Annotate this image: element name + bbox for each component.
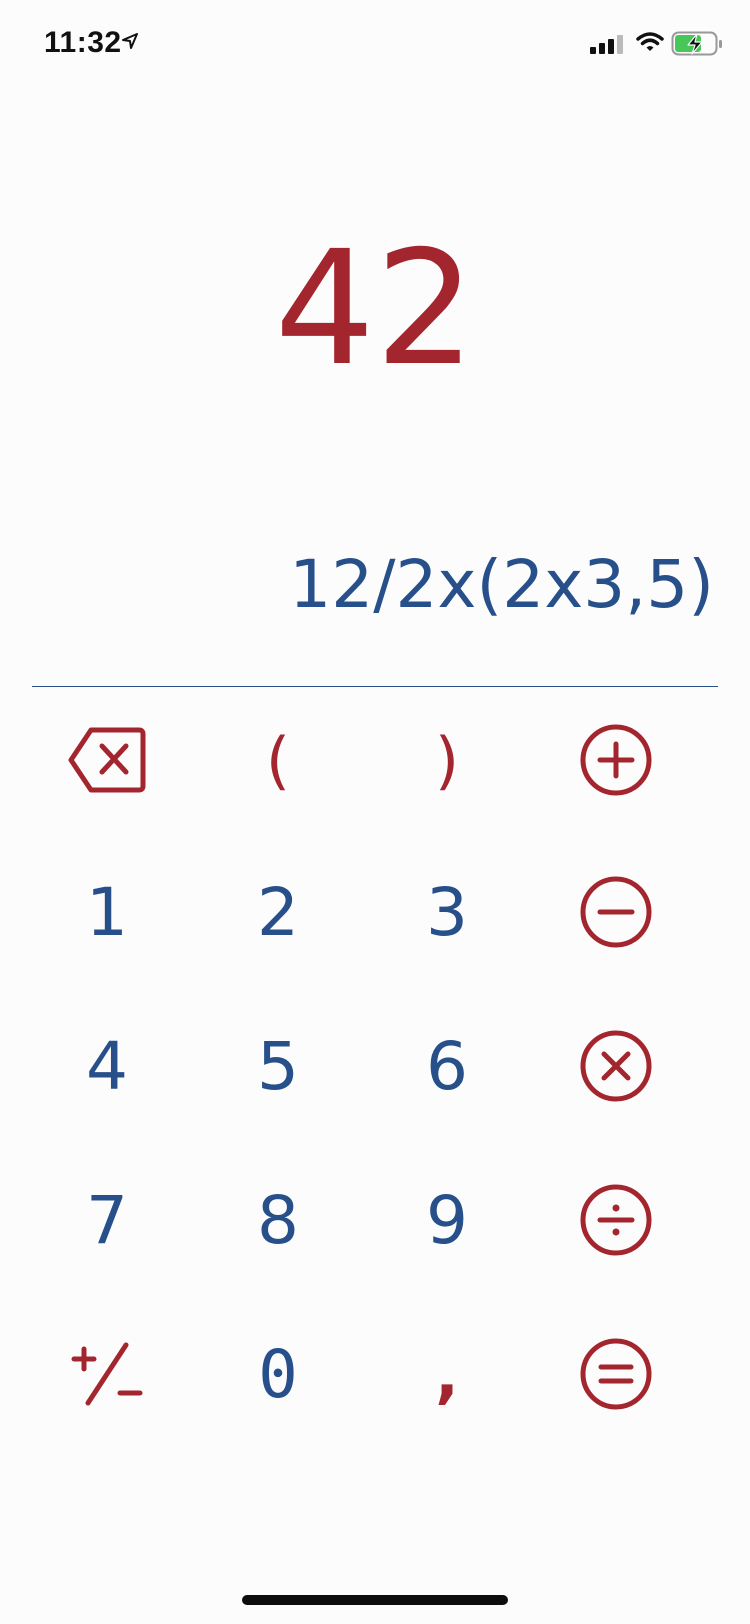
comma-button[interactable]: , <box>372 1314 522 1434</box>
status-time: 11:32 <box>44 26 122 59</box>
plus-button[interactable] <box>541 700 691 820</box>
minus-button[interactable] <box>541 852 691 972</box>
digit-0-button[interactable]: 0 <box>203 1314 353 1434</box>
digit-6-button[interactable]: 6 <box>372 1006 522 1126</box>
location-arrow-icon <box>122 33 138 49</box>
digit-4-button[interactable]: 4 <box>32 1006 182 1126</box>
result-display: 42 <box>274 217 476 401</box>
digit-9-button[interactable]: 9 <box>372 1160 522 1280</box>
digit-8-button[interactable]: 8 <box>203 1160 353 1280</box>
backspace-button[interactable] <box>32 700 182 820</box>
status-bar: 11:32 <box>0 0 750 90</box>
cellular-signal-icon <box>590 35 623 54</box>
expression-display: 12/2x(2x3,5) <box>289 546 714 623</box>
digit-5-button[interactable]: 5 <box>203 1006 353 1126</box>
divide-circle-icon <box>580 1184 652 1256</box>
toggle-sign-button[interactable] <box>32 1314 182 1434</box>
plus-circle-icon <box>580 724 652 796</box>
digit-1-button[interactable]: 1 <box>32 852 182 972</box>
plus-minus-icon <box>71 1342 143 1406</box>
digit-2-button[interactable]: 2 <box>203 852 353 972</box>
multiply-button[interactable] <box>541 1006 691 1126</box>
battery-charging-icon <box>671 31 722 56</box>
equals-button[interactable] <box>541 1314 691 1434</box>
divide-button[interactable] <box>541 1160 691 1280</box>
equals-circle-icon <box>580 1338 652 1410</box>
multiply-circle-icon <box>580 1030 652 1102</box>
home-indicator[interactable] <box>242 1595 508 1605</box>
minus-circle-icon <box>580 876 652 948</box>
backspace-icon <box>68 727 146 793</box>
digit-7-button[interactable]: 7 <box>32 1160 182 1280</box>
wifi-icon <box>636 32 664 51</box>
display-divider <box>32 686 718 687</box>
open-paren-button[interactable]: ( <box>203 700 353 820</box>
close-paren-button[interactable]: ) <box>372 700 522 820</box>
digit-3-button[interactable]: 3 <box>372 852 522 972</box>
